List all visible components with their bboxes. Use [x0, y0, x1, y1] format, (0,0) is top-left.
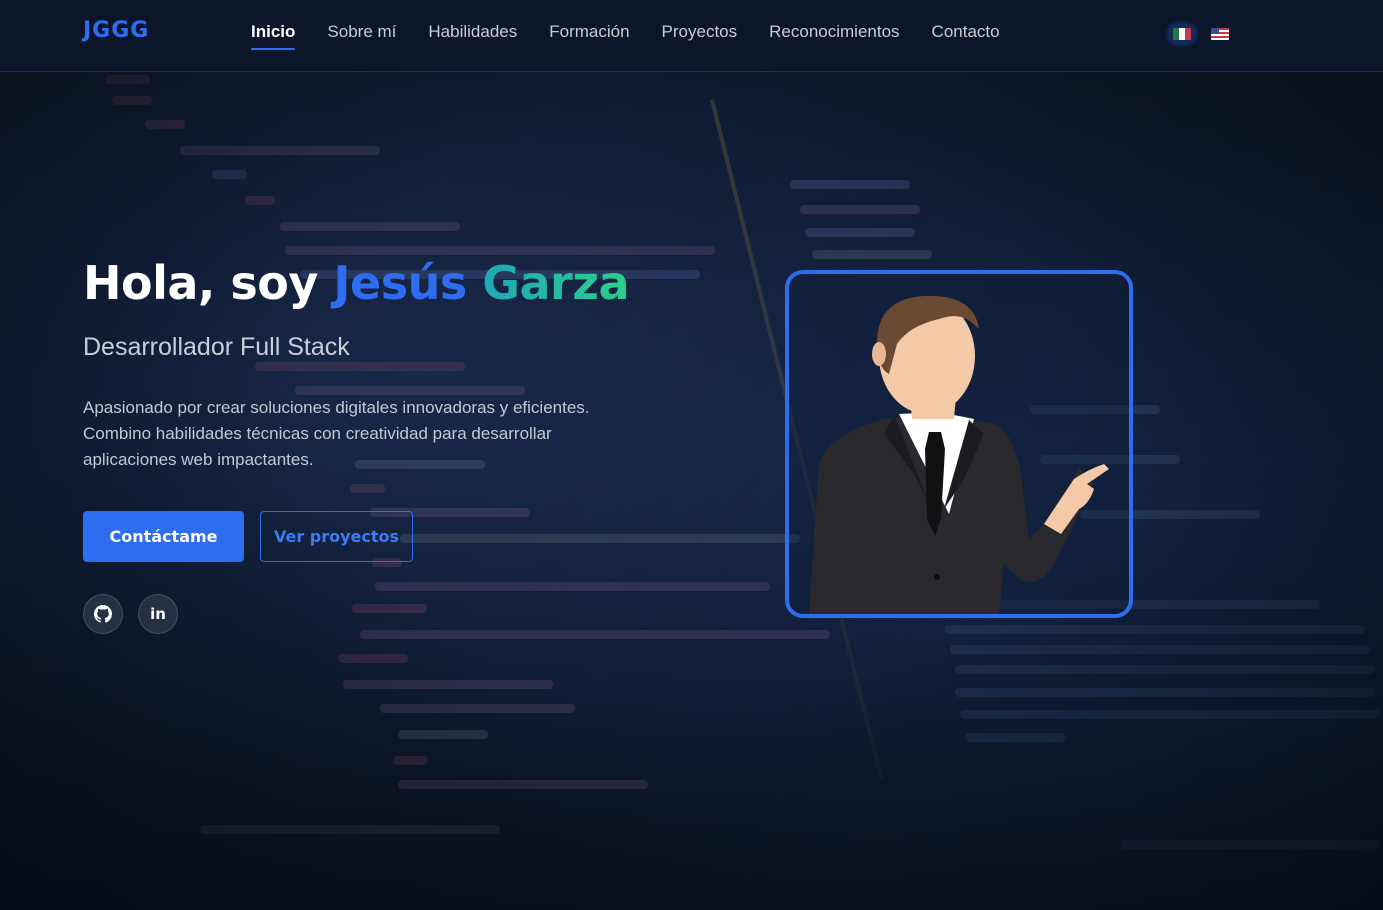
nav-link-sobre-mi[interactable]: Sobre mí — [327, 22, 396, 50]
nav-link-formacion[interactable]: Formación — [549, 22, 629, 50]
hero-last-name: Garza — [482, 256, 630, 310]
github-icon — [94, 605, 112, 623]
mexico-flag-icon — [1173, 28, 1191, 40]
main-nav: Inicio Sobre mí Habilidades Formación Pr… — [251, 22, 1000, 50]
hero-title: Hola, soy Jesús Garza — [83, 256, 630, 310]
nav-link-proyectos[interactable]: Proyectos — [662, 22, 738, 50]
site-logo[interactable]: JGGG — [83, 18, 149, 43]
linkedin-link[interactable]: in — [138, 594, 178, 634]
navbar: JGGG Inicio Sobre mí Habilidades Formaci… — [0, 0, 1383, 72]
profile-avatar — [785, 270, 1133, 618]
language-es-button[interactable] — [1168, 24, 1196, 44]
nav-link-habilidades[interactable]: Habilidades — [428, 22, 517, 50]
linkedin-icon: in — [150, 605, 166, 623]
contact-button[interactable]: Contáctame — [83, 511, 244, 562]
nav-link-inicio[interactable]: Inicio — [251, 22, 296, 50]
language-en-button[interactable] — [1210, 24, 1230, 44]
github-link[interactable] — [83, 594, 123, 634]
view-projects-button[interactable]: Ver proyectos — [260, 511, 413, 562]
hero-subtitle: Desarrollador Full Stack — [83, 333, 350, 361]
hero-greeting: Hola, soy — [83, 256, 318, 310]
hero-description: Apasionado por crear soluciones digitale… — [83, 398, 590, 469]
nav-link-contacto[interactable]: Contacto — [932, 22, 1000, 50]
hero-first-name: Jesús — [333, 256, 467, 310]
us-flag-icon — [1211, 28, 1229, 40]
nav-link-reconocimientos[interactable]: Reconocimientos — [769, 22, 899, 50]
businessman-pointing-illustration — [809, 295, 1109, 614]
